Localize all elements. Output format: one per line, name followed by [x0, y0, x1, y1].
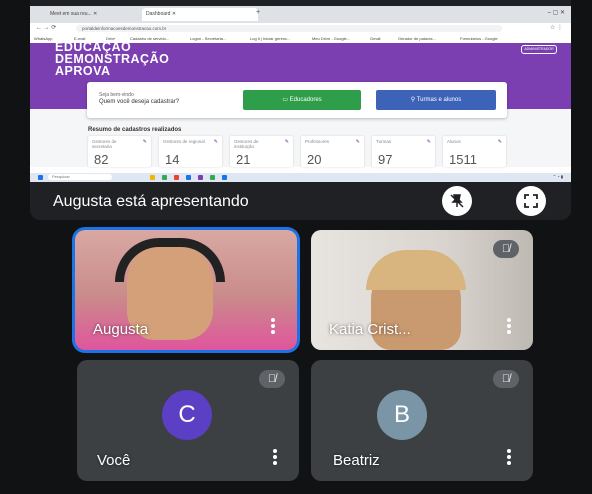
browser-tab-bar: Meet em sua reu... ✕ Dashboard ✕ + – ▢ ✕: [30, 6, 571, 23]
taskbar-search[interactable]: Pesquisar: [48, 174, 112, 180]
educadores-button[interactable]: ▭ Educadores: [243, 90, 361, 110]
excel-icon[interactable]: [210, 175, 215, 180]
presentation-frame: Meet em sua reu... ✕ Dashboard ✕ + – ▢ ✕…: [30, 0, 571, 220]
more-options-icon[interactable]: [507, 447, 511, 467]
teams-icon[interactable]: [198, 175, 203, 180]
resumo-title: Resumo de cadastros realizados: [88, 127, 182, 133]
headset-icon: [115, 238, 225, 282]
stat-label: Professores: [305, 139, 330, 144]
greeting-text: Seja bem-vindo: [99, 92, 134, 98]
participant-name: Katia Crist...: [329, 321, 411, 338]
os-taskbar: Pesquisar ⌃ ◔ ▮: [30, 173, 571, 182]
stat-value: 82: [94, 152, 109, 167]
stat-card[interactable]: Professores ✎ 20: [301, 136, 364, 167]
mic-off-icon: 🎙̸: [493, 240, 519, 258]
stat-label: Alunos: [447, 139, 461, 144]
edit-icon[interactable]: ✎: [285, 139, 289, 145]
welcome-card: Seja bem-vindo Quem você deseja cadastra…: [87, 82, 507, 118]
turmas-button[interactable]: ⚲ Turmas e alunos: [376, 90, 496, 110]
turmas-label: Turmas e alunos: [416, 97, 462, 103]
edit-icon[interactable]: ✎: [214, 139, 218, 145]
educadores-label: Educadores: [289, 97, 322, 103]
participant-tile-katia[interactable]: 🎙̸ Katia Crist...: [311, 230, 533, 350]
participant-name: Você: [97, 452, 131, 469]
participant-tile-voce[interactable]: 🎙̸ C Você: [77, 360, 299, 481]
new-tab-icon[interactable]: +: [256, 9, 260, 16]
unpin-button[interactable]: [442, 186, 472, 216]
bookmark-item[interactable]: WhatsApp: [34, 35, 52, 42]
more-options-icon[interactable]: [507, 316, 511, 336]
shared-screen: Meet em sua reu... ✕ Dashboard ✕ + – ▢ ✕…: [30, 6, 571, 182]
url-field[interactable]: portaldeinformacoesdemonstracao.com.br: [76, 25, 502, 32]
edit-icon[interactable]: ✎: [143, 139, 147, 145]
more-options-icon[interactable]: [271, 316, 275, 336]
question-text: Quem você deseja cadastrar?: [99, 99, 180, 105]
tab-dashboard-label: Dashboard: [146, 11, 171, 17]
mic-off-icon: 🎙̸: [493, 370, 519, 388]
bookmark-item[interactable]: Formulários - Google: [460, 35, 498, 42]
bookmark-item[interactable]: Gerador de palavra...: [398, 35, 436, 42]
stat-value: 20: [307, 152, 322, 167]
participant-tile-augusta[interactable]: Augusta: [75, 230, 297, 350]
more-options-icon[interactable]: [273, 447, 277, 467]
stat-label: Gestores de instituição: [234, 139, 259, 149]
stat-label: Gestores de regional: [163, 139, 205, 144]
tab-meet[interactable]: Meet em sua reu... ✕: [46, 8, 140, 21]
site-title: EDUCAÇÃO DEMONSTRAÇÃO APROVA: [55, 40, 170, 78]
stat-value: 97: [378, 152, 393, 167]
edit-icon[interactable]: ✎: [427, 139, 431, 145]
stat-card[interactable]: Alunos ✎ 1511: [443, 136, 506, 167]
fullscreen-button[interactable]: [516, 186, 546, 216]
bookmark-item[interactable]: Gmail: [370, 35, 380, 42]
edit-icon[interactable]: ✎: [356, 139, 360, 145]
app-icon[interactable]: [162, 175, 167, 180]
browser-menu-icon[interactable]: ☆ ⋮: [550, 24, 563, 31]
tab-dashboard[interactable]: Dashboard ✕: [142, 8, 258, 21]
stat-card[interactable]: Gestores de regional ✎ 14: [159, 136, 222, 167]
stat-value: 21: [236, 152, 251, 167]
tab-meet-label: Meet em sua reu...: [50, 11, 92, 17]
window-controls[interactable]: – ▢ ✕: [548, 9, 565, 16]
stat-value: 1511: [449, 152, 477, 167]
stat-value: 14: [165, 152, 180, 167]
mic-off-icon: 🎙̸: [259, 370, 285, 388]
stat-label: Turmas: [376, 139, 392, 144]
back-forward-icon[interactable]: ← → ⟳: [36, 24, 56, 31]
unpin-icon: [450, 194, 464, 208]
stat-card[interactable]: Gestores de secretaria ✎ 82: [88, 136, 151, 167]
avatar: C: [162, 390, 212, 440]
system-tray[interactable]: ⌃ ◔ ▮: [553, 174, 563, 179]
fullscreen-icon: [524, 194, 538, 208]
account-button[interactable]: ADMINISTRADOR: [521, 45, 557, 54]
participant-tile-beatriz[interactable]: 🎙̸ B Beatriz: [311, 360, 533, 481]
edit-icon[interactable]: ✎: [498, 139, 502, 145]
stat-label: Gestores de secretaria: [92, 139, 117, 149]
participant-name: Augusta: [93, 321, 149, 338]
stat-card[interactable]: Gestores de instituição ✎ 21: [230, 136, 293, 167]
folder-icon[interactable]: [150, 175, 155, 180]
presenting-text: Augusta está apresentando: [53, 193, 249, 210]
participant-hair: [366, 250, 466, 290]
participant-name: Beatriz: [333, 452, 380, 469]
windows-start-icon[interactable]: [38, 175, 43, 180]
stat-card[interactable]: Turmas ✎ 97: [372, 136, 435, 167]
word-icon[interactable]: [222, 175, 227, 180]
avatar: B: [377, 390, 427, 440]
edge-icon[interactable]: [186, 175, 191, 180]
id-card-icon: ▭: [282, 97, 290, 103]
chrome-icon[interactable]: [174, 175, 179, 180]
